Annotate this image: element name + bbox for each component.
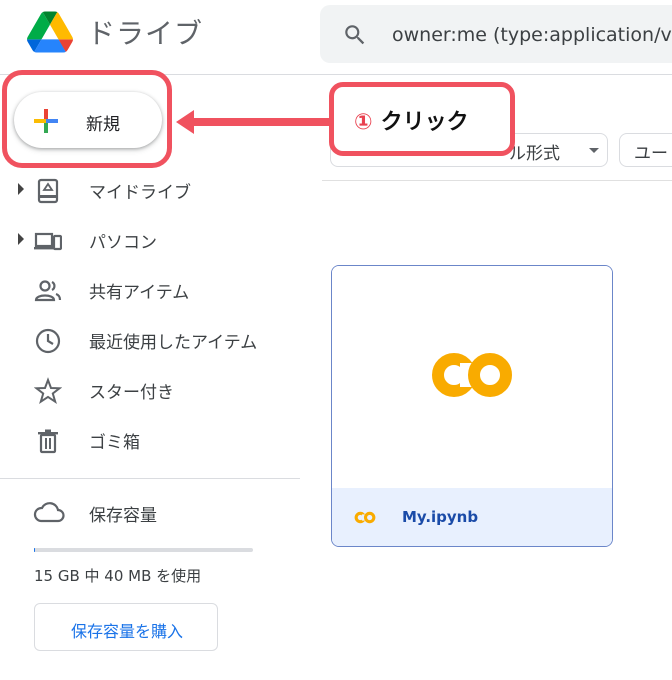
file-name: My.ipynb: [402, 508, 479, 526]
expand-caret-icon[interactable]: [18, 183, 24, 195]
sidebar-item-label: パソコン: [89, 233, 157, 253]
colab-icon: [354, 511, 376, 524]
my-drive-icon: [37, 178, 59, 204]
sidebar-item-label: 最近使用したアイテム: [89, 333, 258, 353]
trash-icon: [38, 429, 58, 454]
callout-label: ① クリック: [354, 104, 469, 136]
user-filter-label: ユー: [634, 144, 668, 164]
instruction-callout: ① クリック: [329, 82, 515, 156]
new-button-highlight: [2, 70, 172, 168]
shared-people-icon: [34, 280, 62, 302]
search-input[interactable]: owner:me (type:application/vnd: [392, 24, 672, 46]
callout-step-number: ①: [354, 110, 373, 135]
sidebar-item-my-drive[interactable]: マイドライブ: [0, 168, 300, 212]
search-bar[interactable]: owner:me (type:application/vnd: [320, 5, 672, 63]
file-thumbnail: [332, 266, 612, 488]
type-filter-label: ル形式: [509, 144, 560, 164]
google-drive-logo[interactable]: [27, 11, 73, 53]
sidebar-item-trash[interactable]: ゴミ箱: [0, 418, 300, 462]
sidebar-item-shared[interactable]: 共有アイテム: [0, 268, 300, 312]
storage-label[interactable]: 保存容量: [89, 501, 157, 526]
sidebar-item-label: スター付き: [89, 383, 174, 403]
storage-usage-bar-fill: [34, 548, 35, 552]
sidebar-item-label: 共有アイテム: [89, 283, 190, 303]
sidebar-item-recent[interactable]: 最近使用したアイテム: [0, 318, 300, 362]
callout-text: クリック: [380, 110, 469, 135]
computers-icon: [34, 232, 62, 251]
search-icon[interactable]: [342, 22, 368, 48]
caret-down-icon: [589, 148, 599, 153]
user-filter-chip[interactable]: ユー: [619, 133, 672, 167]
filter-divider: [322, 180, 672, 181]
star-icon: [34, 377, 62, 405]
storage-usage-bar: [34, 548, 253, 552]
buy-storage-button[interactable]: 保存容量を購入: [34, 603, 218, 651]
app-title: ドライブ: [87, 17, 204, 50]
storage-usage-text: 15 GB 中 40 MB を使用: [34, 567, 202, 585]
file-card[interactable]: My.ipynb: [331, 265, 613, 547]
cloud-icon: [33, 502, 65, 523]
sidebar-divider: [0, 478, 300, 479]
sidebar-item-label: マイドライブ: [89, 183, 191, 203]
arrow-left-icon: [176, 110, 334, 134]
sidebar-item-label: ゴミ箱: [89, 433, 140, 453]
expand-caret-icon[interactable]: [18, 233, 24, 245]
buy-storage-label: 保存容量を購入: [70, 622, 183, 641]
file-card-footer: My.ipynb: [332, 488, 612, 546]
sidebar-item-computers[interactable]: パソコン: [0, 218, 300, 262]
colab-icon: [432, 353, 512, 397]
sidebar-item-starred[interactable]: スター付き: [0, 368, 300, 412]
clock-icon: [35, 328, 61, 354]
